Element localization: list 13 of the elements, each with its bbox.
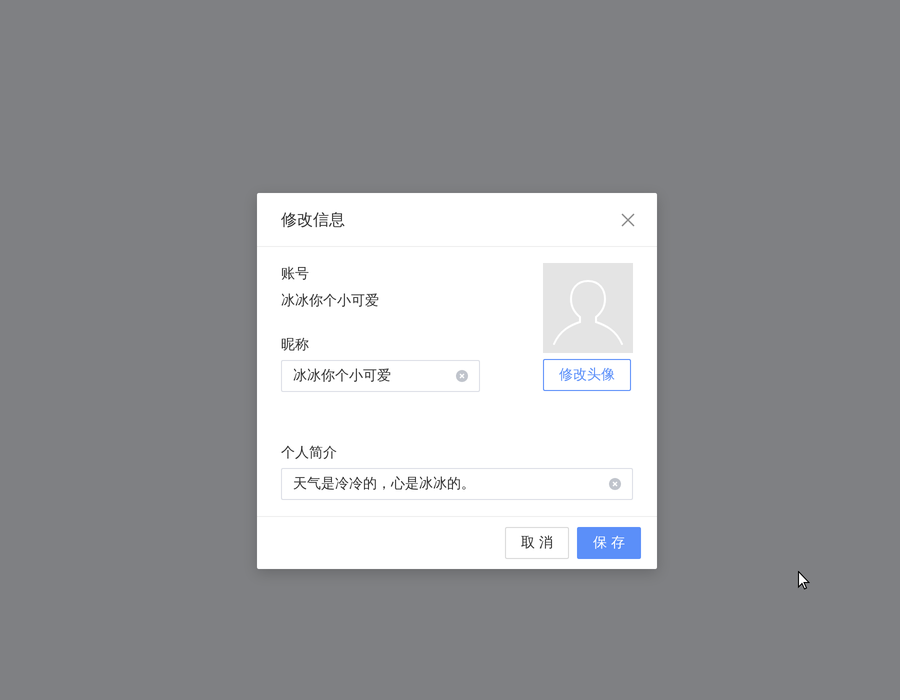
cursor-icon: [798, 571, 810, 590]
bio-field[interactable]: 天气是冷冷的，心是冰冰的。: [281, 468, 633, 500]
clear-icon[interactable]: [609, 478, 621, 490]
cancel-button[interactable]: 取 消: [505, 527, 569, 559]
field-label: 账号: [281, 265, 309, 284]
nickname-field[interactable]: 冰冰你个小可爱: [281, 360, 480, 392]
avatar-silhouette-icon: [543, 263, 633, 353]
dialog-title: 修改信息: [281, 208, 345, 230]
field-value: 冰冰你个小可爱: [281, 292, 379, 311]
field-label: 昵称: [281, 336, 309, 355]
close-icon: [621, 212, 635, 226]
field-label: 个人简介: [281, 444, 337, 463]
clear-icon[interactable]: [456, 370, 468, 382]
